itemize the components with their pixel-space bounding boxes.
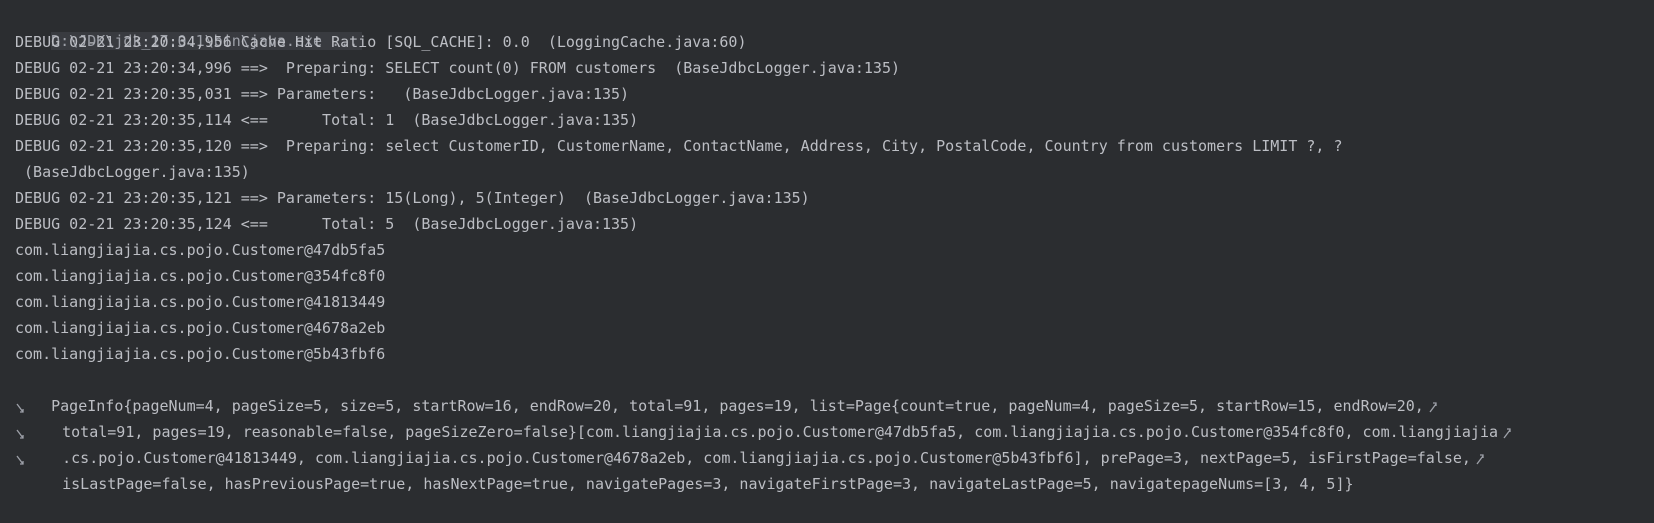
log-line: DEBUG 02-21 23:20:35,031 ==> Parameters:… [15,85,630,103]
log-line: DEBUG 02-21 23:20:35,124 <== Total: 5 (B… [15,215,639,233]
soft-wrap-icon [1502,427,1512,439]
soft-wrap-continue-icon [15,426,25,439]
log-line: DEBUG 02-21 23:20:35,121 ==> Parameters:… [15,189,810,207]
pageinfo-text: isLastPage=false, hasPreviousPage=true, … [62,475,1354,493]
soft-wrap-icon [1475,453,1485,465]
log-line: DEBUG 02-21 23:20:35,114 <== Total: 1 (B… [15,111,639,129]
pageinfo-line: isLastPage=false, hasPreviousPage=true, … [26,445,1353,493]
soft-wrap-continue-icon [15,400,25,413]
log-line: com.liangjiajia.cs.pojo.Customer@5b43fbf… [15,345,386,363]
console-output[interactable]: D:\JDK\jdk_17.0.1\bin\java.exe ... DEBUG… [0,0,1654,502]
log-line: com.liangjiajia.cs.pojo.Customer@4181344… [15,293,386,311]
log-line: DEBUG 02-21 23:20:35,120 ==> Preparing: … [15,137,1343,155]
log-line: DEBUG 02-21 23:20:34,956 Cache Hit Ratio… [15,33,747,51]
log-line: com.liangjiajia.cs.pojo.Customer@47db5fa… [15,241,386,259]
console-command-line: D:\JDK\jdk_17.0.1\bin\java.exe ... [15,2,363,50]
log-line: com.liangjiajia.cs.pojo.Customer@354fc8f… [15,267,386,285]
pageinfo-line: total=91, pages=19, reasonable=false, pa… [26,393,1512,441]
log-line: (BaseJdbcLogger.java:135) [15,163,250,181]
log-line: DEBUG 02-21 23:20:34,996 ==> Preparing: … [15,59,901,77]
pageinfo-line: PageInfo{pageNum=4, pageSize=5, size=5, … [15,367,1438,415]
pageinfo-line: .cs.pojo.Customer@41813449, com.liangjia… [26,419,1485,467]
soft-wrap-continue-icon [15,452,25,465]
log-line: com.liangjiajia.cs.pojo.Customer@4678a2e… [15,319,386,337]
